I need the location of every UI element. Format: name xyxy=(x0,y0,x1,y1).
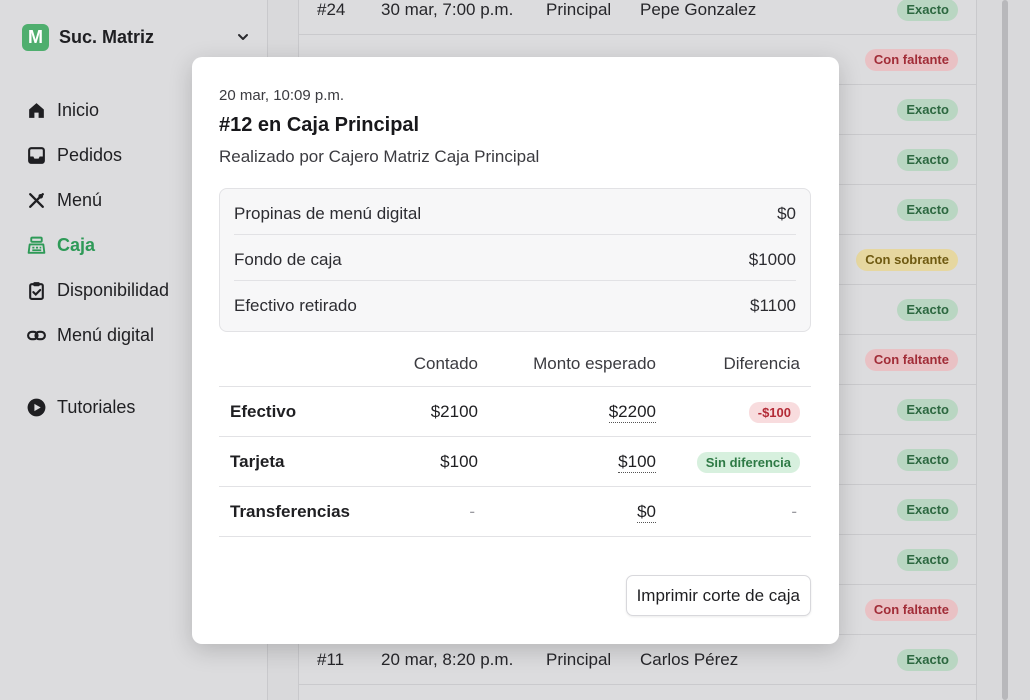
inbox-icon xyxy=(28,147,45,164)
row-date: 20 mar, 8:20 p.m. xyxy=(381,650,514,669)
expected-value[interactable]: $0 xyxy=(637,502,656,523)
play-circle-icon xyxy=(27,398,46,417)
sidebar-item-label: Pedidos xyxy=(57,145,123,165)
row-cashier: Carlos Pérez xyxy=(640,650,739,669)
summary-card: Propinas de menú digital $0 Fondo de caja… xyxy=(219,188,811,332)
sidebar-item-label: Inicio xyxy=(57,100,100,120)
summary-row: Fondo de caja $1000 xyxy=(234,235,796,281)
status-badge: Con faltante xyxy=(864,599,958,621)
row-id: #11 xyxy=(317,650,345,669)
row-caja: Principal xyxy=(546,650,612,669)
counted-value: $2100 xyxy=(430,402,478,421)
status-badge: Exacto xyxy=(897,549,958,571)
row-date: 30 mar, 7:00 p.m. xyxy=(381,0,514,19)
cash-cut-detail-modal: 20 mar, 10:09 p.m. #12 en Caja Principal… xyxy=(192,57,839,644)
status-badge: Con faltante xyxy=(864,349,958,371)
status-badge: Exacto xyxy=(897,499,958,521)
status-badge: Exacto xyxy=(897,399,958,421)
status-badge: Exacto xyxy=(897,449,958,471)
table-row: Tarjeta $100 $100 Sin diferencia xyxy=(219,437,811,487)
summary-value: $1100 xyxy=(749,296,796,315)
payment-methods-table: Contado Monto esperado Diferencia Efecti… xyxy=(219,343,811,537)
method-name: Tarjeta xyxy=(230,452,285,471)
cut-date: 20 mar, 10:09 p.m. xyxy=(219,87,345,104)
counted-value: - xyxy=(469,502,475,521)
status-badge: Exacto xyxy=(897,299,958,321)
row-id: #24 xyxy=(317,0,346,19)
counted-value: $100 xyxy=(440,452,478,471)
status-badge: Exacto xyxy=(897,149,958,171)
brand-logo: M xyxy=(22,23,49,51)
status-badge: Exacto xyxy=(897,99,958,121)
status-badge: Exacto xyxy=(897,649,958,671)
print-cash-cut-button[interactable]: Imprimir corte de caja xyxy=(625,575,811,616)
link-icon xyxy=(27,330,46,341)
sidebar-item-label: Tutoriales xyxy=(57,397,136,417)
home-icon xyxy=(29,103,44,118)
branch-selector[interactable]: M Suc. Matriz xyxy=(22,22,250,52)
table-header: Contado Monto esperado Diferencia xyxy=(219,343,811,387)
method-name: Transferencias xyxy=(230,502,351,521)
scrollbar[interactable] xyxy=(1002,0,1008,700)
expected-value[interactable]: $2200 xyxy=(608,402,656,423)
chevron-down-icon xyxy=(238,34,248,40)
summary-row: Efectivo retirado $1100 xyxy=(234,281,796,327)
sidebar-item-label: Menú digital xyxy=(57,325,155,345)
summary-value: $1000 xyxy=(748,250,796,269)
sidebar-item-label: Caja xyxy=(57,235,96,255)
sidebar-item-label: Disponibilidad xyxy=(57,280,170,300)
difference-badge: Sin diferencia xyxy=(696,452,800,473)
summary-label: Fondo de caja xyxy=(234,250,342,269)
table-row[interactable]: #24 30 mar, 7:00 p.m. Principal Pepe Gonzal… xyxy=(299,0,976,35)
status-badge: Exacto xyxy=(897,0,958,21)
expected-value[interactable]: $100 xyxy=(618,452,656,473)
utensils-icon xyxy=(29,193,44,208)
difference-badge: -$100 xyxy=(748,402,800,423)
branch-name: Suc. Matriz xyxy=(59,26,155,47)
difference-value: - xyxy=(791,502,797,521)
table-row: Efectivo $2100 $2200 -$100 xyxy=(219,387,811,437)
summary-value: $0 xyxy=(777,204,796,223)
summary-label: Efectivo retirado xyxy=(234,296,357,315)
header-counted: Contado xyxy=(413,354,478,373)
row-caja: Principal xyxy=(546,0,612,19)
method-name: Efectivo xyxy=(230,402,297,421)
header-difference: Diferencia xyxy=(723,354,800,373)
modal-subtitle: Realizado por Cajero Matriz Caja Princip… xyxy=(219,147,540,166)
status-badge: Exacto xyxy=(897,199,958,221)
header-expected: Monto esperado xyxy=(533,354,656,373)
sidebar-item-label: Menú xyxy=(57,190,103,210)
clipboard-check-icon xyxy=(29,282,44,300)
modal-title: #12 en Caja Principal xyxy=(219,114,420,136)
status-badge: Con faltante xyxy=(864,49,958,71)
table-row: Transferencias - $0 - xyxy=(219,487,811,537)
summary-row: Propinas de menú digital $0 xyxy=(234,189,796,235)
summary-label: Propinas de menú digital xyxy=(234,204,422,223)
row-cashier: Pepe Gonzalez xyxy=(640,0,757,19)
status-badge: Con sobrante xyxy=(856,249,958,271)
cash-register-icon xyxy=(27,236,46,254)
